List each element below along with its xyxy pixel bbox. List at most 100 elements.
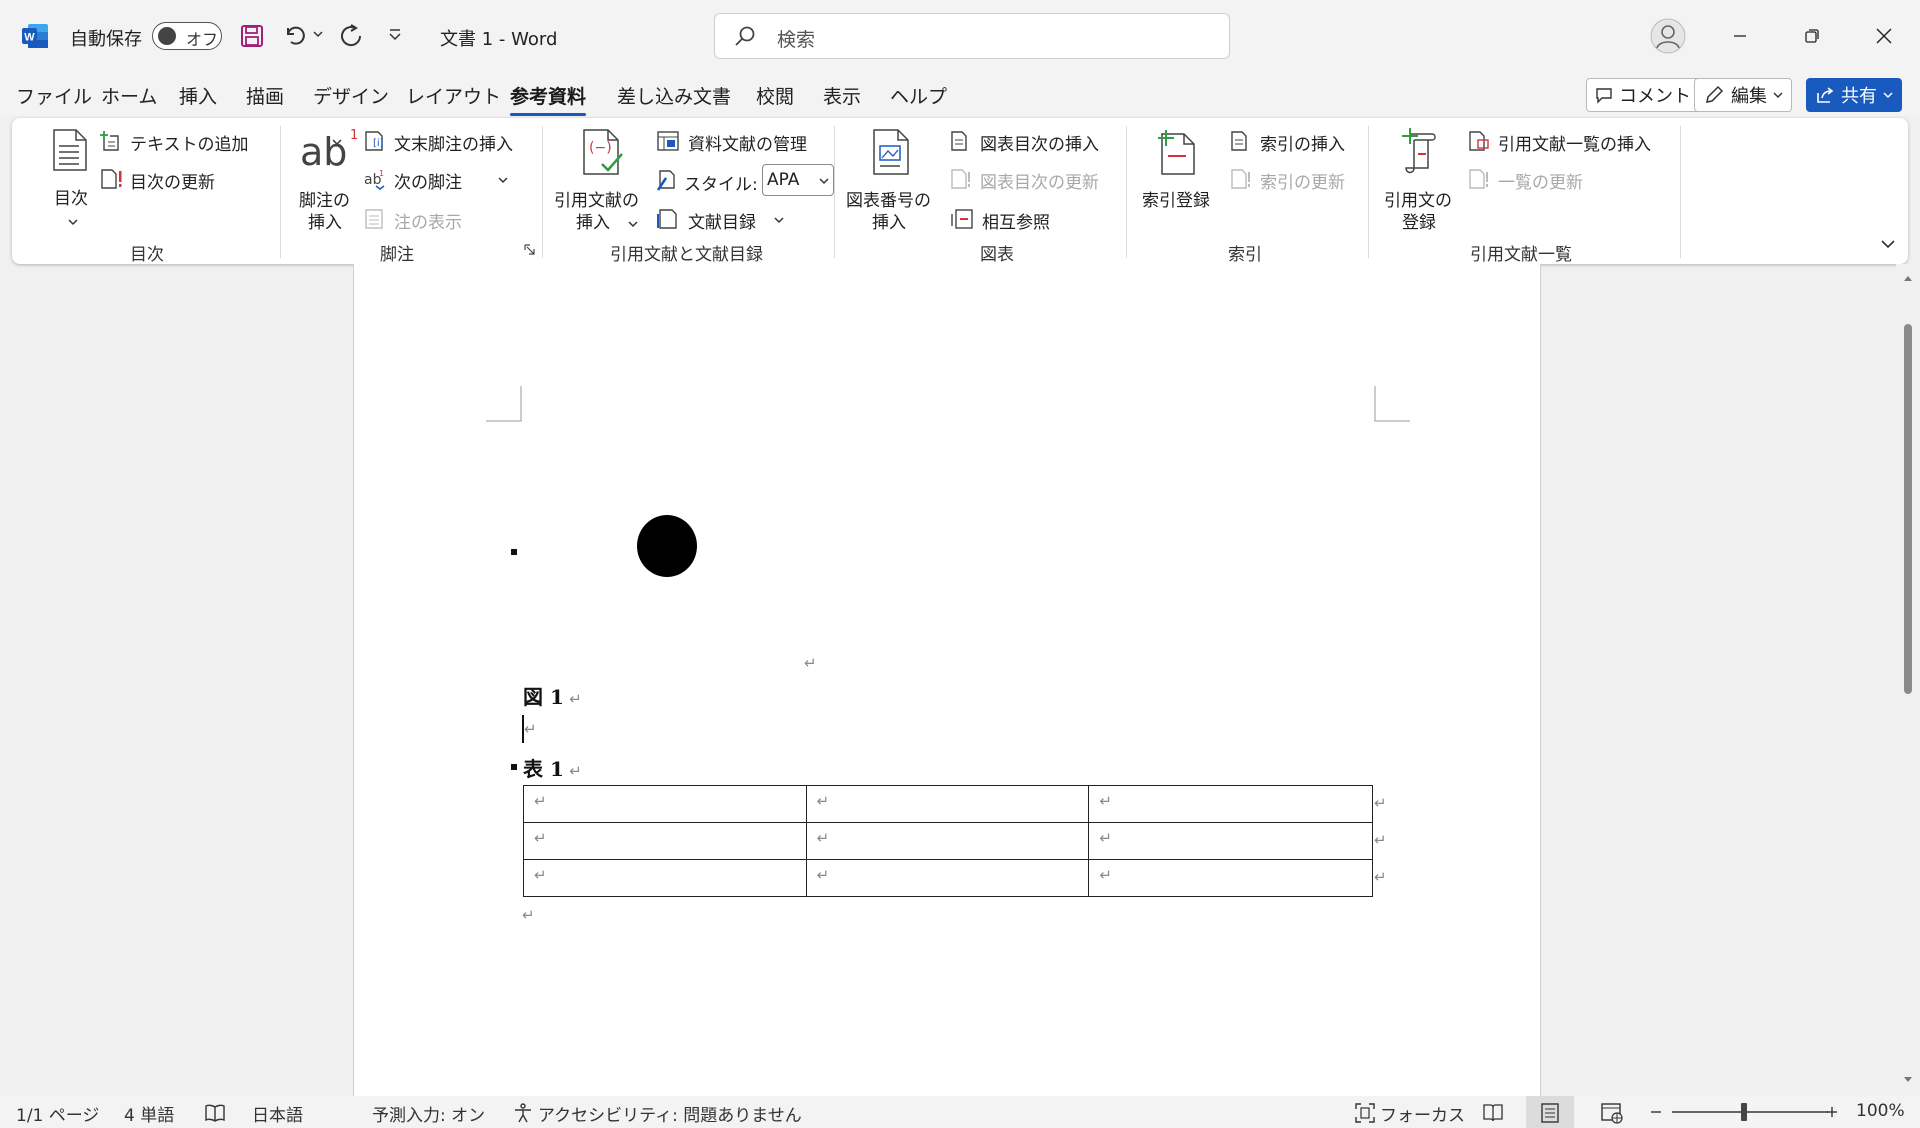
tab-layout[interactable]: レイアウト [406,82,501,109]
table-cell[interactable]: ↵ [805,859,1090,897]
tab-draw[interactable]: 描画 [246,82,284,109]
document-table[interactable]: ↵ ↵ ↵ ↵ ↵ ↵ ↵ ↵ ↵ [523,785,1373,897]
zoom-slider-track[interactable] [1672,1111,1828,1113]
dialog-launcher-icon[interactable] [524,244,536,256]
table-cell[interactable]: ↵ [523,785,807,823]
insert-toa-button[interactable]: 引用文献一覧の挿入 [1468,128,1668,156]
toc-button[interactable]: 目次 [36,128,108,228]
save-icon[interactable] [240,24,264,48]
tab-review[interactable]: 校閲 [756,82,794,109]
citation-style-select[interactable]: APA [762,164,834,196]
tab-file[interactable]: ファイル [16,82,92,109]
comment-button[interactable]: コメント [1586,78,1700,112]
cell-mark: ↵ [534,792,547,810]
mark-entry-button[interactable]: 索引登録 [1138,128,1218,228]
tab-insert[interactable]: 挿入 [179,82,217,109]
focus-icon[interactable] [1354,1102,1376,1124]
figure-caption[interactable]: 図 1 ↵ [523,681,582,710]
edit-mode-button[interactable]: 編集 [1694,78,1792,112]
insert-tof-icon [951,131,967,151]
mark-citation-label-1: 引用文の [1384,191,1452,211]
autosave-toggle[interactable]: オフ [152,22,222,50]
accessibility-icon[interactable] [512,1102,534,1124]
insert-endnote-button[interactable]: [i] 文末脚注の挿入 [364,128,534,156]
redo-icon[interactable] [338,22,364,48]
anchor-bullet [511,549,517,555]
scroll-up-icon[interactable] [1903,274,1913,282]
tab-help[interactable]: ヘルプ [890,82,947,109]
update-index-button[interactable]: 索引の更新 [1230,166,1370,194]
insert-caption-button[interactable]: 図表番号の 挿入 [846,128,936,238]
zoom-out-icon[interactable] [1650,1106,1662,1118]
web-layout-icon[interactable] [1600,1102,1624,1124]
endnote-icon: [i] [365,131,384,151]
bibliography-button[interactable]: 文献目録 [656,206,796,234]
table-row: ↵ ↵ ↵ [523,859,1373,897]
table-caption[interactable]: 表 1 ↵ [523,753,582,782]
insert-tof-button[interactable]: 図表目次の挿入 [950,128,1120,156]
read-mode-icon[interactable] [1482,1102,1504,1124]
manage-sources-button[interactable]: 資料文献の管理 [656,128,826,156]
zoom-slider-thumb[interactable] [1741,1103,1747,1121]
add-text-button[interactable]: テキストの追加 [100,128,342,156]
search-box[interactable]: 検索 [714,13,1230,59]
tab-view[interactable]: 表示 [823,82,861,109]
table-cell[interactable]: ↵ [805,785,1090,823]
next-footnote-button[interactable]: ab 1 次の脚注 [364,166,514,194]
undo-dropdown-icon[interactable] [313,30,323,38]
restore-button[interactable] [1784,11,1840,61]
insert-index-button[interactable]: 索引の挿入 [1230,128,1370,156]
svg-text:1: 1 [379,169,384,178]
insert-citation-button[interactable]: (−) 引用文献の 挿入 [554,128,650,238]
tab-design[interactable]: デザイン [313,82,389,109]
word-logo-icon: W [22,24,48,48]
share-button[interactable]: 共有 [1806,78,1902,112]
scroll-thumb[interactable] [1904,324,1912,694]
print-layout-icon [1541,1103,1559,1123]
update-toa-button[interactable]: 一覧の更新 [1468,166,1608,194]
show-notes-button[interactable]: 注の表示 [364,206,484,234]
tab-home[interactable]: ホーム [101,82,157,109]
predictive-text-status[interactable]: 予測入力: オン [372,1101,485,1126]
cell-mark: ↵ [534,866,547,884]
zoom-level[interactable]: 100% [1856,1101,1905,1121]
scroll-down-icon[interactable] [1903,1076,1913,1084]
tab-references[interactable]: 参考資料 [510,82,587,116]
collapse-ribbon-icon[interactable] [1880,238,1896,250]
cell-mark: ↵ [1099,792,1112,810]
insert-footnote-button[interactable]: ab 1 脚注の 挿入 [294,128,360,238]
minimize-button[interactable] [1712,11,1768,61]
accessibility-status[interactable]: アクセシビリティ: 問題ありません [538,1101,802,1126]
customize-toolbar-icon[interactable] [388,28,402,42]
chevron-down-icon [68,219,78,226]
table-cell[interactable]: ↵ [1088,859,1373,897]
print-layout-button[interactable] [1526,1096,1574,1128]
update-tof-button[interactable]: 図表目次の更新 [950,166,1120,194]
proofing-book-icon[interactable] [204,1103,226,1123]
circle-shape[interactable] [637,515,697,577]
comment-label: コメント [1619,86,1691,107]
focus-mode[interactable]: フォーカス [1380,1101,1465,1126]
cross-reference-button[interactable]: 相互参照 [950,206,1080,234]
close-button[interactable] [1856,11,1912,61]
page-count[interactable]: 1/1 ページ [16,1101,99,1126]
table-cell[interactable]: ↵ [1088,822,1373,860]
tab-mailings[interactable]: 差し込み文書 [617,82,731,109]
table-cell[interactable]: ↵ [523,859,807,897]
table-cell[interactable]: ↵ [523,822,807,860]
update-toc-button[interactable]: 目次の更新 [100,166,250,194]
mark-citation-button[interactable]: 引用文の 登録 [1380,128,1464,238]
table-cell[interactable]: ↵ [1088,785,1373,823]
bibliography-label: 文献目録 [688,213,756,233]
insert-index-label: 索引の挿入 [1260,135,1345,155]
share-label: 共有 [1841,86,1877,107]
vertical-scrollbar[interactable] [1896,264,1920,1096]
table-cell[interactable]: ↵ [805,822,1090,860]
document-page[interactable]: ↵ 図 1 ↵ ↵ 表 1 ↵ ↵ ↵ ↵ ↵ ↵ ↵ ↵ ↵ ↵ ↵ ↵ ↵ … [353,264,1541,1096]
zoom-in-icon[interactable] [1826,1106,1838,1118]
user-avatar-icon[interactable] [1650,18,1686,54]
word-count[interactable]: 4 単語 [124,1101,174,1126]
svg-text:(−): (−) [589,140,612,156]
language[interactable]: 日本語 [252,1101,303,1126]
undo-icon[interactable] [282,22,308,48]
